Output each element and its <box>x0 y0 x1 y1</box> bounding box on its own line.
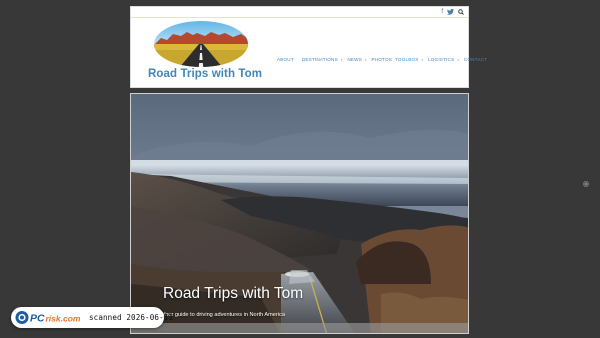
chevron-down-icon[interactable]: ▾ <box>457 58 459 62</box>
site-title[interactable]: Road Trips with Tom <box>148 68 262 80</box>
nav-toolbox[interactable]: TOOLBOX <box>395 57 419 62</box>
social-links: f <box>441 9 464 18</box>
pcrisk-scan-badge: PC risk.com scanned 2026-06-11 <box>11 307 173 328</box>
chevron-down-icon[interactable]: ▾ <box>365 58 367 62</box>
nav-destinations[interactable]: DESTINATIONS <box>302 57 338 62</box>
nav-news[interactable]: NEWS <box>347 57 362 62</box>
scan-date-text: scanned 2026-06-11 <box>89 313 174 322</box>
svg-text:PC: PC <box>30 313 45 325</box>
nav-contact[interactable]: CONTACT <box>464 57 487 62</box>
hero-banner: Road Trips with Tom Your guide to drivin… <box>130 93 469 334</box>
search-icon[interactable] <box>458 9 464 18</box>
hero-title: Road Trips with Tom <box>163 285 304 302</box>
twitter-icon[interactable] <box>447 9 454 18</box>
chevron-down-icon[interactable]: ▾ <box>422 58 424 62</box>
hero-caption-bar <box>131 323 468 333</box>
svg-text:risk.com: risk.com <box>46 314 81 324</box>
hero-subtitle: Your guide to driving adventures in Nort… <box>162 312 285 318</box>
road-logo[interactable] <box>153 20 249 68</box>
facebook-icon[interactable]: f <box>441 9 443 18</box>
nav-logistics[interactable]: LOGISTICS <box>428 57 454 62</box>
nav-about[interactable]: ABOUT <box>277 57 294 62</box>
pcrisk-logo: PC risk.com <box>15 311 81 325</box>
slider-control-icon[interactable] <box>583 181 589 187</box>
top-bar: f <box>131 7 468 18</box>
chevron-down-icon[interactable]: ▾ <box>341 58 343 62</box>
site-header: f Road Trips with Tom ABOUT DESTINATIONS… <box>130 6 487 88</box>
main-nav: ABOUT DESTINATIONS ▾ NEWS ▾ PHOTOS TOOLBOX… <box>277 57 487 62</box>
page-container: f Road Trips with Tom ABOUT DESTINATIONS… <box>130 6 487 338</box>
nav-photos[interactable]: PHOTOS <box>371 57 392 62</box>
